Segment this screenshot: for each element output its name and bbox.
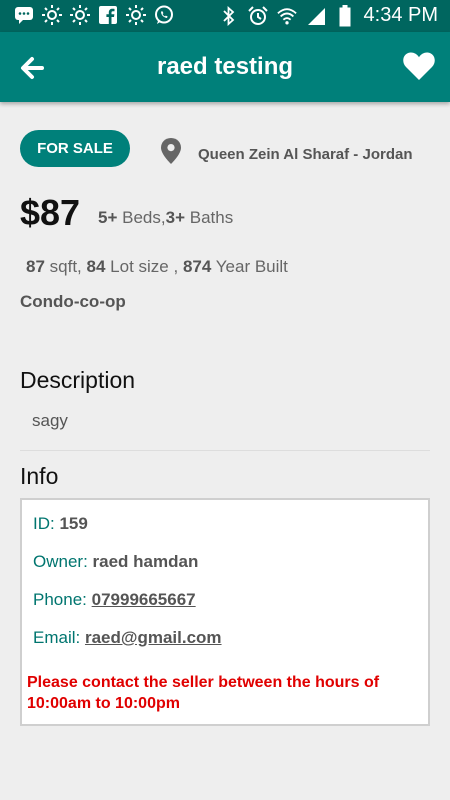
property-type: Condo-co-op bbox=[20, 292, 126, 311]
beds-value: 5+ bbox=[98, 208, 118, 227]
info-phone-row: Phone: 07999665667 bbox=[33, 590, 196, 610]
year-built-value: 874 bbox=[182, 257, 212, 276]
for-sale-badge: FOR SALE bbox=[20, 130, 130, 167]
id-value: 159 bbox=[59, 514, 88, 533]
sun-icon bbox=[42, 5, 62, 25]
wifi-icon bbox=[276, 6, 297, 26]
facebook-icon bbox=[98, 5, 118, 25]
phone-label: Phone: bbox=[33, 590, 87, 609]
info-card: ID: 159 Owner: raed hamdan Phone: 079996… bbox=[20, 498, 430, 726]
lot-size-label: Lot size , bbox=[110, 257, 179, 276]
status-time: 4:34 PM bbox=[363, 4, 438, 26]
email-label: Email: bbox=[33, 628, 81, 647]
battery-icon bbox=[335, 4, 355, 26]
beds-label: Beds, bbox=[122, 208, 166, 227]
phone-link[interactable]: 07999665667 bbox=[92, 590, 196, 609]
id-label: ID: bbox=[33, 514, 55, 533]
chat-icon bbox=[14, 5, 34, 25]
divider bbox=[20, 450, 430, 451]
app-bar: raed testing bbox=[0, 32, 450, 102]
sun-icon bbox=[70, 5, 90, 25]
whatsapp-icon bbox=[154, 5, 174, 25]
signal-icon bbox=[306, 6, 326, 26]
year-built-label: Year Built bbox=[215, 257, 288, 276]
info-heading: Info bbox=[20, 463, 59, 489]
contact-hours-notice: Please contact the seller between the ho… bbox=[27, 674, 380, 712]
lot-size-value: 84 bbox=[86, 257, 106, 276]
baths-value: 3+ bbox=[165, 208, 185, 227]
info-id-row: ID: 159 bbox=[33, 514, 88, 534]
listing-location: Queen Zein Al Sharaf - Jordan bbox=[198, 146, 413, 163]
email-link[interactable]: raed@gmail.com bbox=[85, 628, 222, 647]
sqft-value: 87 bbox=[26, 257, 45, 276]
owner-label: Owner: bbox=[33, 552, 88, 571]
sun-icon bbox=[126, 5, 146, 25]
info-email-row: Email: raed@gmail.com bbox=[33, 628, 222, 648]
status-bar: 4:34 PM bbox=[0, 0, 450, 32]
description-heading: Description bbox=[20, 367, 136, 393]
beds-baths: 5+ Beds,3+ Baths bbox=[98, 208, 233, 228]
description-text: sagy bbox=[32, 411, 68, 430]
property-size-details: 87 sqft, 84 Lot size , 874 Year Built bbox=[26, 257, 288, 277]
listing-price: $87 bbox=[20, 192, 81, 233]
sqft-label: sqft, bbox=[49, 257, 82, 276]
owner-value: raed hamdan bbox=[92, 552, 199, 571]
location-pin-icon bbox=[160, 138, 182, 164]
page-title: raed testing bbox=[156, 53, 294, 80]
bluetooth-icon bbox=[219, 5, 239, 26]
favorite-heart-icon[interactable] bbox=[402, 51, 436, 83]
alarm-icon bbox=[247, 5, 268, 26]
info-owner-row: Owner: raed hamdan bbox=[33, 552, 198, 572]
baths-label: Baths bbox=[189, 208, 234, 227]
